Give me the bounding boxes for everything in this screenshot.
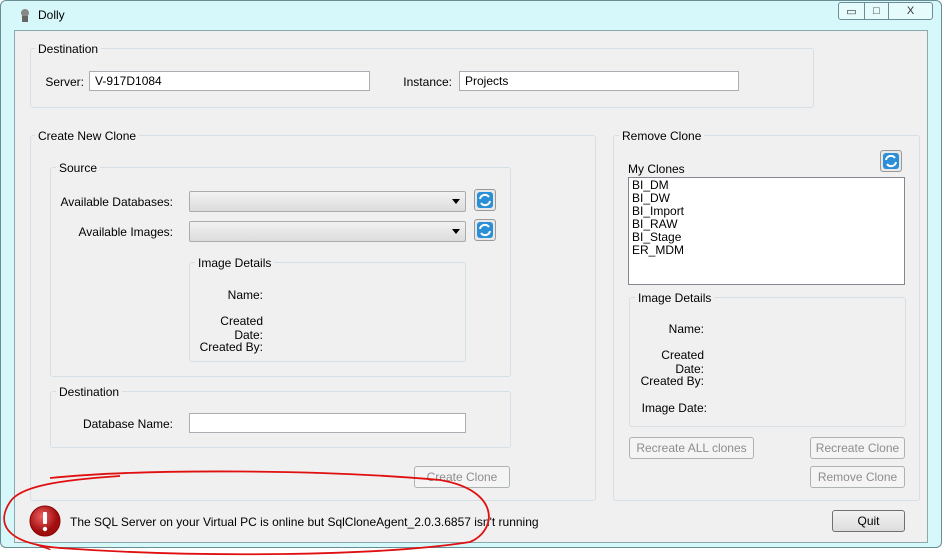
clone-name-label: Name: — [668, 322, 704, 336]
created-date-label: Created Date: — [220, 314, 263, 342]
close-button[interactable]: X — [888, 2, 933, 20]
app-icon — [18, 8, 32, 22]
source-label: Source — [56, 161, 101, 175]
available-databases-label: Available Databases: — [60, 195, 173, 209]
clone-image-details-label: Image Details — [635, 291, 715, 305]
remove-clone-label: Remove Clone — [619, 129, 705, 143]
image-details-label: Image Details — [195, 256, 275, 270]
refresh-databases-button[interactable] — [474, 189, 496, 211]
chevron-down-icon — [452, 229, 460, 234]
recreate-clone-button[interactable]: Recreate Clone — [810, 437, 905, 459]
annotation-circle — [3, 470, 490, 556]
create-clone-label: Create New Clone — [35, 129, 140, 143]
available-databases-select[interactable] — [189, 191, 466, 212]
refresh-clones-button[interactable] — [880, 150, 902, 172]
database-name-input[interactable] — [189, 413, 466, 433]
instance-input[interactable]: Projects — [459, 71, 739, 91]
clone-destination-label: Destination — [56, 385, 123, 399]
chevron-down-icon — [452, 199, 460, 204]
name-label: Name: — [227, 288, 263, 302]
created-by-label: Created By: — [199, 340, 263, 354]
quit-button[interactable]: Quit — [832, 510, 905, 532]
remove-clone-button[interactable]: Remove Clone — [810, 466, 905, 488]
list-item[interactable]: ER_MDM — [632, 244, 901, 257]
available-images-label: Available Images: — [78, 225, 174, 239]
server-input[interactable]: V-917D1084 — [89, 71, 370, 91]
my-clones-list[interactable]: BI_DM BI_DW BI_Import BI_RAW BI_Stage ER… — [628, 177, 905, 285]
available-images-select[interactable] — [189, 221, 466, 242]
window-title: Dolly — [38, 8, 65, 22]
clone-created-by-label: Created By: — [640, 374, 704, 388]
clone-image-date-label: Image Date: — [641, 401, 707, 415]
recreate-all-clones-button[interactable]: Recreate ALL clones — [629, 437, 754, 459]
refresh-icon — [477, 222, 493, 238]
my-clones-label: My Clones — [628, 162, 685, 176]
server-label: Server: — [45, 75, 84, 89]
database-name-label: Database Name: — [82, 417, 173, 431]
list-item[interactable]: BI_DM — [632, 179, 901, 192]
refresh-icon — [883, 153, 899, 169]
clone-created-date-label: Created Date: — [661, 348, 704, 376]
refresh-icon — [477, 192, 493, 208]
refresh-images-button[interactable] — [474, 219, 496, 241]
destination-label: Destination — [35, 42, 102, 56]
minimize-button[interactable]: ▭ — [838, 2, 865, 20]
instance-label: Instance: — [403, 75, 452, 89]
maximize-button[interactable]: □ — [864, 2, 889, 20]
